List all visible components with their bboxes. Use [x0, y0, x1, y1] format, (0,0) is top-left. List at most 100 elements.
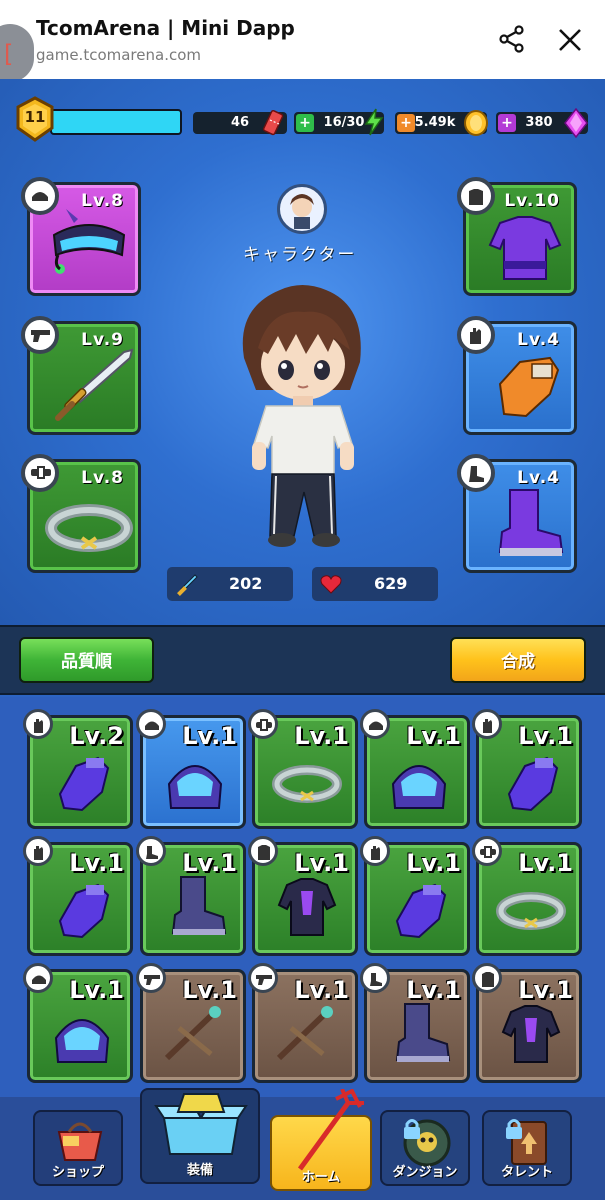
armor-item-icon	[277, 878, 337, 936]
sort-by-quality-button[interactable]: 品質順	[19, 637, 154, 683]
xp-bar	[50, 109, 182, 135]
character-label: キャラクター	[243, 245, 357, 265]
weapon-item-icon	[164, 1006, 221, 1061]
glove-item-icon	[498, 356, 560, 418]
boots-type-badge	[360, 963, 390, 993]
gloves-icon	[34, 719, 43, 733]
character-avatar[interactable]	[277, 184, 327, 234]
trident-home-icon	[297, 1089, 364, 1171]
sword-stat-icon	[177, 574, 198, 596]
hp-stat: 629	[312, 567, 438, 601]
headgear-icon	[32, 975, 46, 984]
weapon-icon	[144, 975, 160, 985]
gloves-item-icon	[395, 883, 447, 939]
boots-type-badge	[457, 454, 495, 492]
armor-item-icon	[488, 216, 562, 280]
attack-stat: 202	[167, 567, 293, 601]
visor-headgear-icon	[52, 209, 126, 274]
gloves-type-badge	[472, 709, 502, 739]
browser-header: [ TcomArena | Mini Dapp game.tcomarena.c…	[0, 0, 605, 82]
nav-label: タレント	[500, 1165, 553, 1180]
gloves-item-icon	[507, 756, 559, 812]
armor-type-badge	[457, 177, 495, 215]
close-icon[interactable]	[556, 26, 584, 54]
armor-type-badge	[248, 836, 278, 866]
lock-icon	[404, 1119, 420, 1139]
headgear-type-badge	[23, 963, 53, 993]
belt-item-icon	[272, 765, 342, 803]
boots-type-badge	[136, 836, 166, 866]
nav-dungeon[interactable]: ダンジョン	[380, 1110, 470, 1186]
belt-item-icon	[45, 504, 133, 552]
gun-icon	[31, 330, 50, 342]
belt-icon	[480, 846, 496, 858]
xp-bar-fill	[52, 111, 180, 133]
gloves-item-icon	[58, 883, 110, 939]
belt-icon	[256, 719, 272, 731]
sword-icon	[55, 348, 134, 421]
gloves-icon	[371, 846, 380, 860]
energy-counter[interactable]: + 16/30	[294, 108, 384, 136]
gem-icon	[564, 108, 588, 138]
weapon-item-icon	[276, 1006, 333, 1061]
boots-item-icon	[395, 1003, 451, 1062]
nav-equipment[interactable]: 装備	[140, 1088, 260, 1184]
nav-label: ダンジョン	[392, 1165, 458, 1180]
character-portrait-icon	[290, 194, 314, 229]
ticket-counter[interactable]: 46	[193, 109, 287, 136]
armor-icon	[469, 189, 483, 205]
belt-icon	[31, 466, 51, 479]
boot-item-icon	[498, 489, 564, 556]
hp-value: 629	[374, 574, 408, 593]
weapon-type-badge	[248, 963, 278, 993]
shop-basket-icon	[57, 1122, 103, 1161]
headgear-item-icon	[391, 765, 447, 809]
ticket-icon	[262, 109, 284, 136]
boot-icon	[469, 466, 484, 482]
glove-icon	[470, 328, 481, 344]
armor-item-icon	[501, 1005, 561, 1063]
heart-icon	[320, 575, 342, 594]
gloves-icon	[34, 846, 43, 860]
gloves-type-badge	[23, 836, 53, 866]
belt-item-icon	[496, 892, 566, 930]
gloves-type-badge	[23, 709, 53, 739]
page-url: game.tcomarena.com	[36, 46, 201, 64]
headgear-icon	[32, 192, 48, 201]
headgear-type-badge	[21, 177, 59, 215]
page-title: TcomArena | Mini Dapp	[36, 16, 295, 40]
gloves-item-icon	[58, 756, 110, 812]
equipment-box-icon	[154, 1093, 248, 1155]
belt-type-badge	[472, 836, 502, 866]
nav-home[interactable]: ホーム	[270, 1089, 372, 1191]
gold-coin-icon	[464, 110, 488, 136]
share-icon[interactable]	[498, 25, 526, 53]
app-badge[interactable]: [	[0, 24, 34, 82]
nav-label: ショップ	[51, 1165, 104, 1180]
merge-button[interactable]: 合成	[450, 637, 586, 683]
gem-counter[interactable]: + 380	[496, 108, 588, 138]
boots-item-icon	[171, 876, 227, 935]
headgear-item-icon	[54, 1019, 110, 1063]
lightning-icon	[364, 108, 384, 136]
armor-type-badge	[472, 963, 502, 993]
attack-value: 202	[229, 574, 263, 593]
boots-icon	[370, 973, 382, 986]
headgear-icon	[145, 721, 159, 730]
nav-shop[interactable]: ショップ	[33, 1110, 123, 1186]
headgear-icon	[369, 721, 383, 730]
lock-icon	[506, 1119, 522, 1139]
gloves-type-badge	[457, 316, 495, 354]
nav-talent[interactable]: タレント	[482, 1110, 572, 1186]
action-bar: 品質順 合成	[0, 625, 605, 695]
gold-counter[interactable]: + 5.49k	[395, 110, 488, 136]
player-level: 11	[24, 108, 46, 126]
belt-type-badge	[21, 454, 59, 492]
belt-type-badge	[248, 709, 278, 739]
character-figure[interactable]	[230, 278, 376, 550]
armor-icon	[258, 845, 270, 860]
headgear-type-badge	[360, 709, 390, 739]
weapon-type-badge	[21, 316, 59, 354]
headgear-item-icon	[167, 765, 223, 809]
nav-label: 装備	[186, 1163, 213, 1178]
